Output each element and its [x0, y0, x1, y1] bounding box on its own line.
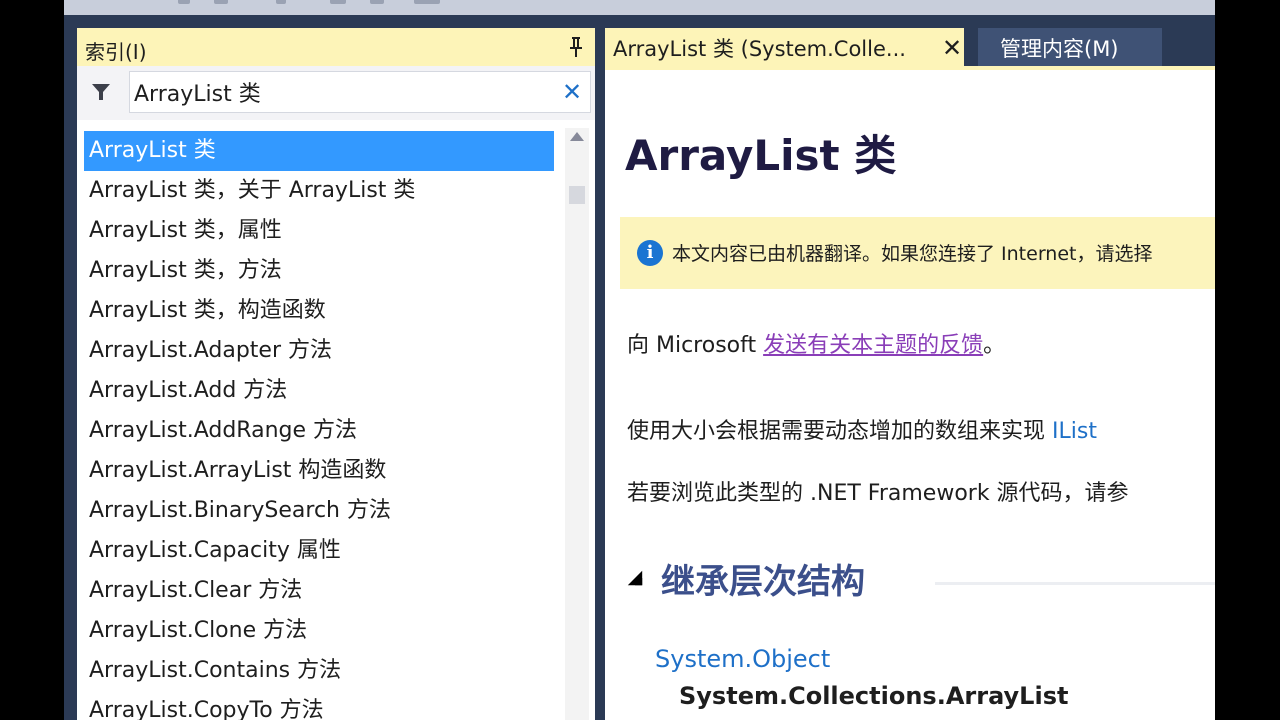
info-icon: i	[637, 240, 663, 266]
tab-arraylist-class[interactable]: ArrayList 类 (System.Colle... ✕	[605, 28, 964, 66]
index-list-item[interactable]: ArrayList 类，构造函数	[84, 291, 554, 331]
feedback-suffix: 。	[983, 333, 1006, 358]
summary-body: 使用大小会根据需要动态增加的数组来实现	[627, 419, 1052, 444]
page-title: ArrayList 类	[625, 131, 897, 180]
help-viewer-window: 索引(I) ✕ ArrayList 类ArrayList 类，关于 ArrayL…	[64, 0, 1215, 720]
ilist-link[interactable]: IList	[1052, 419, 1097, 444]
index-list-item[interactable]: ArrayList.CopyTo 方法	[84, 691, 554, 720]
index-list: ArrayList 类 ArrayList 类，关于 ArrayList 类 Arr…	[84, 131, 554, 720]
index-list-item[interactable]: ArrayList 类，方法	[84, 251, 554, 291]
document-tab-bar: ArrayList 类 (System.Colle... ✕ 管理内容(M)	[605, 28, 1215, 66]
index-panel-title: 索引(I)	[85, 40, 147, 64]
collapse-section-icon[interactable]	[627, 570, 643, 586]
scrollbar-thumb[interactable]	[569, 186, 585, 204]
index-list-item[interactable]: ArrayList.BinarySearch 方法	[84, 491, 554, 531]
index-list-item[interactable]: ArrayList.ArrayList 构造函数	[84, 451, 554, 491]
toolbar-fragment	[414, 0, 440, 4]
section-divider	[935, 582, 1215, 585]
index-list-item[interactable]: ArrayList 类	[84, 131, 554, 171]
pin-icon[interactable]	[569, 36, 583, 58]
toolbar-fragment	[276, 0, 286, 4]
document-content: ArrayList 类 i 本文内容已由机器翻译。如果您连接了 Internet…	[605, 66, 1215, 720]
close-icon[interactable]: ✕	[559, 79, 585, 105]
filter-icon	[92, 84, 110, 100]
index-results: ArrayList 类 ArrayList 类，关于 ArrayList 类 Arr…	[77, 128, 595, 720]
feedback-link[interactable]: 发送有关本主题的反馈	[763, 333, 983, 358]
machine-translation-notice: i 本文内容已由机器翻译。如果您连接了 Internet，请选择	[620, 217, 1215, 289]
source-code-text: 若要浏览此类型的 .NET Framework 源代码，请参	[627, 481, 1129, 506]
feedback-prefix: 向 Microsoft	[627, 333, 764, 358]
index-panel-header: 索引(I)	[77, 28, 595, 66]
tab-label: ArrayList 类 (System.Colle...	[613, 37, 906, 61]
section-heading-inheritance[interactable]: 继承层次结构	[661, 554, 865, 603]
index-list-item[interactable]: ArrayList.Capacity 属性	[84, 531, 554, 571]
title-bar	[64, 0, 1215, 15]
close-tab-icon[interactable]: ✕	[942, 27, 962, 69]
index-list-item[interactable]: ArrayList.Add 方法	[84, 371, 554, 411]
feedback-line: 向 Microsoft 发送有关本主题的反馈。	[627, 327, 1005, 359]
toolbar-fragment	[178, 0, 190, 4]
index-list-item[interactable]: ArrayList 类，属性	[84, 211, 554, 251]
index-list-item[interactable]: ArrayList 类，关于 ArrayList 类	[84, 171, 554, 211]
index-panel: 索引(I) ✕ ArrayList 类ArrayList 类，关于 ArrayL…	[77, 28, 595, 720]
index-search-row: ✕	[77, 66, 595, 120]
index-scrollbar[interactable]	[565, 128, 589, 720]
toolbar-fragment	[214, 0, 228, 4]
tab-manage-content[interactable]: 管理内容(M)	[978, 28, 1162, 66]
index-search-input[interactable]	[129, 71, 591, 113]
index-list-item[interactable]: ArrayList.Adapter 方法	[84, 331, 554, 371]
index-list-item[interactable]: ArrayList.Contains 方法	[84, 651, 554, 691]
toolbar-fragment	[370, 0, 384, 4]
summary-text: 使用大小会根据需要动态增加的数组来实现 IList	[627, 413, 1097, 445]
hierarchy-parent-link[interactable]: System.Object	[655, 645, 830, 673]
index-list-item[interactable]: ArrayList.AddRange 方法	[84, 411, 554, 451]
index-list-item[interactable]: ArrayList.Clone 方法	[84, 611, 554, 651]
toolbar-fragment	[330, 0, 346, 4]
notice-text: 本文内容已由机器翻译。如果您连接了 Internet，请选择	[672, 243, 1153, 265]
hierarchy-current-type: System.Collections.ArrayList	[679, 682, 1069, 710]
index-list-item[interactable]: ArrayList.Clear 方法	[84, 571, 554, 611]
scroll-up-arrow-icon[interactable]	[570, 132, 584, 141]
